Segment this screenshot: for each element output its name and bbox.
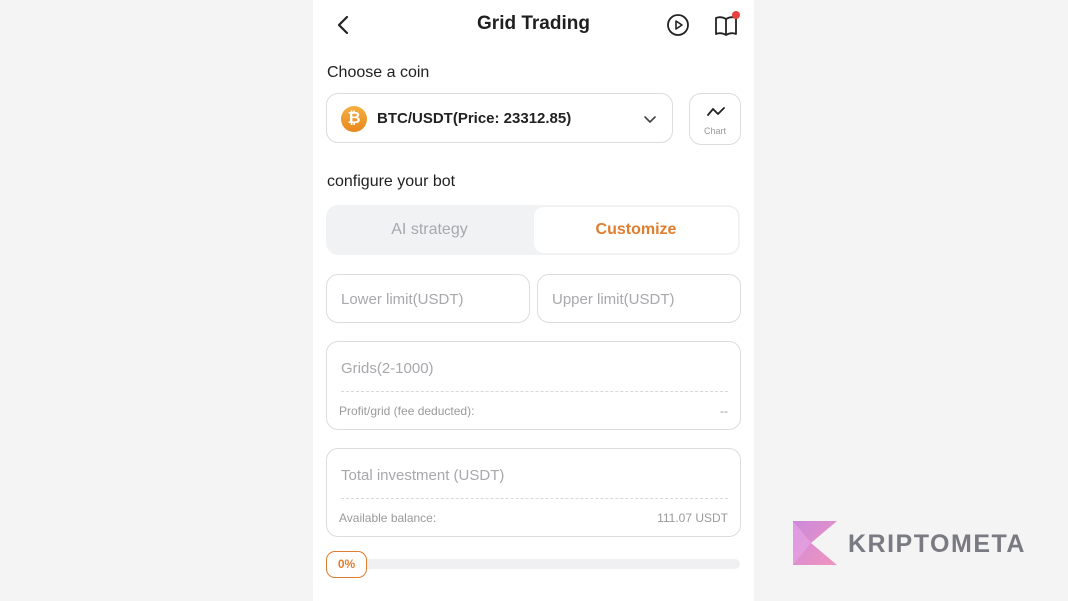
available-balance-label: Available balance:: [339, 511, 437, 525]
investment-slider-track[interactable]: [363, 559, 740, 569]
coin-select[interactable]: ₿ BTC/USDT(Price: 23312.85): [326, 93, 673, 143]
play-circle-icon: [667, 14, 689, 36]
trend-line-icon: [707, 107, 725, 116]
chart-button[interactable]: Chart: [689, 93, 741, 145]
lower-limit-field: [326, 274, 530, 323]
grids-input[interactable]: [341, 344, 726, 392]
strategy-tabs: AI strategy Customize: [326, 205, 740, 255]
notification-dot: [732, 11, 740, 19]
grids-field: Profit/grid (fee deducted): --: [326, 341, 741, 430]
bitcoin-icon: ₿: [341, 106, 367, 132]
app-screen: Grid Trading Choose a coin ₿ BTC/USDT(Pr…: [313, 0, 754, 601]
upper-limit-field: [537, 274, 741, 323]
chevron-down-icon: [644, 116, 656, 123]
lower-limit-input[interactable]: [341, 275, 515, 323]
divider: [341, 391, 728, 392]
available-balance-value: 111.07 USDT: [657, 511, 728, 525]
investment-field: Available balance: 111.07 USDT: [326, 448, 741, 537]
divider: [341, 498, 728, 499]
choose-coin-label: Choose a coin: [327, 64, 430, 81]
tab-ai-strategy[interactable]: AI strategy: [326, 205, 533, 255]
kriptometa-logo: [793, 521, 837, 565]
chart-button-label: Chart: [703, 126, 726, 136]
tab-customize[interactable]: Customize: [534, 207, 738, 253]
investment-percent-handle[interactable]: 0%: [326, 551, 367, 578]
kriptometa-wordmark: KRIPTOMETA: [848, 530, 1026, 558]
configure-label: configure your bot: [327, 173, 456, 190]
profit-grid-value: --: [720, 404, 728, 418]
investment-input[interactable]: [341, 451, 726, 499]
selected-pair: BTC/USDT(Price: 23312.85): [377, 110, 572, 127]
tutorial-video-button[interactable]: [666, 13, 690, 37]
upper-limit-input[interactable]: [552, 275, 726, 323]
profit-grid-label: Profit/grid (fee deducted):: [339, 404, 475, 418]
